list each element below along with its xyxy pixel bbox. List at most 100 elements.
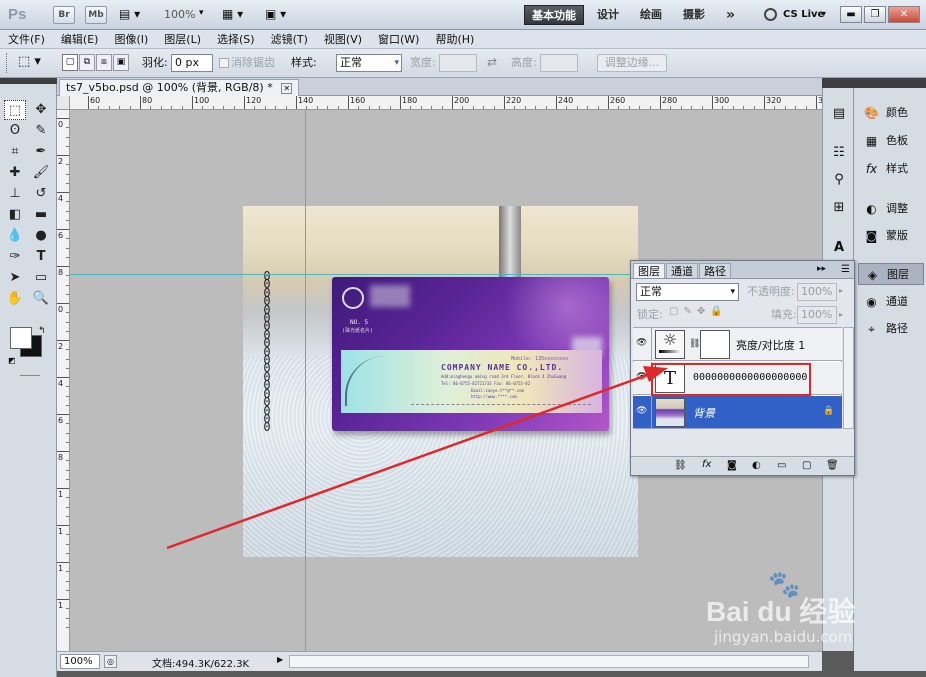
menu-layer[interactable]: 图层(L) — [156, 30, 209, 49]
cs-live-icon[interactable] — [764, 8, 777, 21]
layer-mask-thumb[interactable] — [700, 330, 730, 359]
mask-link-icon[interactable]: ⛓ — [689, 339, 700, 349]
restore-button[interactable]: ❐ — [864, 6, 886, 23]
layer-row-brightness[interactable]: 👁 ☼ ⛓ 亮度/对比度 1 — [633, 328, 842, 361]
dodge-tool-icon[interactable]: ● — [30, 226, 52, 246]
subtract-selection-icon[interactable]: ⧈ — [96, 54, 112, 71]
bridge-button[interactable]: Br — [53, 6, 75, 24]
vertical-text-layer[interactable]: 0000000000000000000 — [261, 270, 273, 433]
opacity-dropdown-icon[interactable]: ▸ — [839, 286, 843, 295]
eraser-tool-icon[interactable]: ◧ — [4, 205, 26, 225]
close-document-icon[interactable]: ✕ — [281, 83, 293, 94]
menu-view[interactable]: 视图(V) — [316, 30, 370, 49]
eyedropper-tool-icon[interactable]: ✒ — [30, 142, 52, 162]
delete-layer-icon[interactable]: 🗑 — [826, 460, 839, 471]
horizontal-ruler[interactable]: 60 80 100 120 140 160 180 200 220 240 260 280 300 320… — [70, 96, 822, 110]
style-select[interactable]: 正常 ▾ — [336, 54, 402, 72]
clone-source-panel-icon[interactable]: ⊞ — [829, 198, 849, 218]
tool-preset-picker[interactable]: ⬚ ▾ — [18, 54, 50, 72]
dock-adjustments[interactable]: ◐ 调整 — [858, 198, 924, 220]
new-group-icon[interactable]: ▭ — [777, 460, 786, 471]
minimize-button[interactable]: ▬ — [840, 6, 862, 23]
opacity-input[interactable]: 100% — [797, 283, 837, 301]
blur-tool-icon[interactable]: 💧 — [4, 226, 26, 246]
close-window-button[interactable]: ✕ — [888, 6, 920, 23]
visibility-eye-icon[interactable]: 👁 — [636, 406, 648, 416]
cs-live-dropdown-icon[interactable]: ▾ — [822, 9, 826, 18]
path-selection-tool-icon[interactable]: ➤ — [4, 268, 26, 288]
tool-presets-panel-icon[interactable]: ⚲ — [829, 170, 849, 190]
height-input[interactable] — [540, 54, 578, 72]
cs-live-label[interactable]: CS Live — [783, 9, 824, 20]
width-input[interactable] — [439, 54, 477, 72]
visibility-eye-icon[interactable]: 👁 — [636, 338, 648, 348]
link-layers-icon[interactable]: ⛓ — [674, 460, 687, 471]
zoom-level[interactable]: 100% — [164, 8, 195, 21]
more-workspaces-button[interactable]: » — [719, 5, 742, 25]
lasso-tool-icon[interactable]: ʘ — [4, 121, 26, 141]
menu-file[interactable]: 文件(F) — [0, 30, 53, 49]
fill-input[interactable]: 100% — [797, 306, 837, 324]
intersect-selection-icon[interactable]: ▣ — [113, 54, 129, 71]
status-menu-icon[interactable]: ◎ — [104, 655, 117, 668]
arrange-documents-icon[interactable]: ▦ ▾ — [222, 7, 243, 21]
tab-paths[interactable]: 路径 — [699, 263, 731, 278]
swap-colors-icon[interactable]: ↰ — [38, 326, 46, 336]
menu-filter[interactable]: 滤镜(T) — [263, 30, 316, 49]
new-adjustment-icon[interactable]: ◐ — [752, 460, 761, 471]
status-zoom-field[interactable]: 100% — [60, 654, 100, 669]
foreground-color-swatch[interactable] — [10, 327, 32, 349]
ruler-origin[interactable] — [57, 96, 70, 110]
add-to-selection-icon[interactable]: ⧉ — [79, 54, 95, 71]
layers-scrollbar[interactable] — [843, 327, 854, 429]
crop-tool-icon[interactable]: ⌗ — [4, 142, 26, 162]
vertical-guide[interactable] — [305, 110, 306, 651]
dock-swatches[interactable]: ▦ 色板 — [858, 130, 924, 152]
tab-channels[interactable]: 通道 — [666, 263, 698, 278]
visibility-eye-icon[interactable]: 👁 — [636, 372, 648, 382]
menu-window[interactable]: 窗口(W) — [370, 30, 427, 49]
quick-selection-tool-icon[interactable]: ✎ — [30, 121, 52, 141]
new-layer-icon[interactable]: ▢ — [802, 460, 811, 471]
dock-masks[interactable]: ◙ 蒙版 — [858, 225, 924, 247]
menu-select[interactable]: 选择(S) — [209, 30, 263, 49]
brush-presets-panel-icon[interactable]: ☷ — [829, 143, 849, 163]
menu-edit[interactable]: 编辑(E) — [53, 30, 107, 49]
dock-styles[interactable]: fx 样式 — [858, 158, 924, 180]
lock-icons[interactable]: ▢✎✥🔒 — [669, 306, 728, 317]
new-selection-icon[interactable]: ▢ — [62, 54, 78, 71]
menu-help[interactable]: 帮助(H) — [427, 30, 482, 49]
pen-tool-icon[interactable]: ✑ — [4, 247, 26, 267]
move-tool-icon[interactable]: ✥ — [30, 100, 52, 120]
history-panel-icon[interactable]: ▤ — [829, 104, 849, 124]
document-tab[interactable]: ts7_v5bo.psd @ 100% (背景, RGB/8) * ✕ — [59, 79, 300, 96]
add-mask-icon[interactable]: ◙ — [727, 460, 737, 471]
document-image[interactable]: NO. 5 (珠光纸名片) Mobile: 135xxxxxxxx COMPAN… — [243, 206, 638, 557]
feather-input[interactable]: 0 px — [171, 54, 213, 72]
type-tool-icon[interactable]: T — [30, 247, 52, 267]
blend-mode-select[interactable]: 正常 ▾ — [636, 283, 739, 301]
dock-layers[interactable]: ◈ 图层 — [858, 263, 924, 285]
panel-menu-icon[interactable]: ☰ — [841, 264, 850, 275]
zoom-dropdown-icon[interactable]: ▾ — [199, 8, 204, 18]
fill-dropdown-icon[interactable]: ▸ — [839, 310, 843, 319]
brush-tool-icon[interactable]: 🖌 — [30, 163, 52, 183]
workspace-essentials[interactable]: 基本功能 — [524, 5, 584, 25]
dock-color[interactable]: 🎨 颜色 — [858, 102, 924, 124]
antialias-checkbox[interactable] — [219, 58, 229, 68]
vertical-ruler[interactable]: 0 2 4 6 8 0 2 4 6 8 1 1 1 1 — [57, 110, 70, 651]
panel-collapse-icon[interactable]: ▸▸ — [817, 264, 826, 274]
history-brush-tool-icon[interactable]: ↺ — [30, 184, 52, 204]
status-info-arrow-icon[interactable]: ▶ — [277, 655, 283, 664]
refine-edge-button[interactable]: 调整边缘... — [597, 54, 667, 72]
zoom-tool-icon[interactable]: 🔍 — [30, 289, 52, 309]
shape-tool-icon[interactable]: ▭ — [30, 268, 52, 288]
dock-channels[interactable]: ◉ 通道 — [858, 291, 924, 313]
swap-dimensions-icon[interactable]: ⇄ — [487, 55, 497, 69]
workspace-painting[interactable]: 绘画 — [633, 5, 669, 25]
gradient-tool-icon[interactable]: ▬ — [30, 205, 52, 225]
mini-bridge-button[interactable]: Mb — [85, 6, 107, 24]
workspace-photography[interactable]: 摄影 — [676, 5, 712, 25]
clone-stamp-tool-icon[interactable]: ⊥ — [4, 184, 26, 204]
layer-row-background[interactable]: 👁 背景 🔒 — [633, 396, 842, 429]
